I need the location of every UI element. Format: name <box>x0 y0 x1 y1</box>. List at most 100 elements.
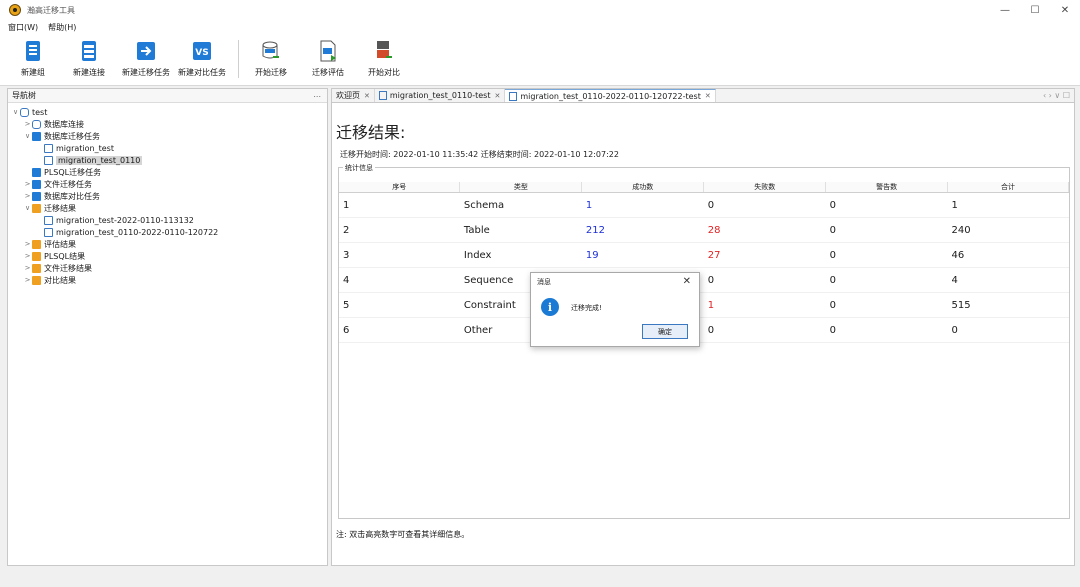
cell-fail[interactable]: 1 <box>703 292 826 318</box>
tree-item-label: 对比结果 <box>44 275 76 285</box>
menu-window[interactable]: 窗口(W) <box>8 22 38 33</box>
cell-success[interactable]: 19 <box>581 242 704 268</box>
chevron-right-icon[interactable]: > <box>23 120 32 128</box>
chevron-down-icon[interactable]: ∨ <box>23 204 32 212</box>
menu-help[interactable]: 帮助(H) <box>48 22 76 33</box>
cell-type: Index <box>459 242 582 268</box>
tab-nav-controls[interactable]: ‹ › ∨ ☐ <box>1043 91 1070 100</box>
new-compare-task-button[interactable]: VS 新建对比任务 <box>172 40 232 78</box>
tree-item-label: migration_test-2022-0110-113132 <box>56 215 194 225</box>
toolbar-separator <box>238 40 239 78</box>
table-row[interactable]: 4 Sequence 0 0 4 <box>339 267 1069 293</box>
table-row[interactable]: 2 Table 212 28 0 240 <box>339 217 1069 243</box>
nav-minimize-button[interactable]: ... <box>313 90 321 99</box>
minimize-icon[interactable]: — <box>990 0 1020 20</box>
nav-title: 导航树 <box>12 91 36 100</box>
chevron-right-icon[interactable]: > <box>23 180 32 188</box>
cell-total: 0 <box>947 317 1069 343</box>
tree-item-label: migration_test_0110 <box>56 155 143 165</box>
col-fail-header[interactable]: 失败数 <box>703 182 827 193</box>
cell-fail[interactable]: 28 <box>703 217 826 243</box>
cell-fail[interactable]: 27 <box>703 242 826 268</box>
tree-item-label: 迁移结果 <box>44 203 76 213</box>
cell-total: 1 <box>947 192 1069 218</box>
chevron-right-icon[interactable]: > <box>23 264 32 272</box>
col-warn-header[interactable]: 警告数 <box>825 182 949 193</box>
close-icon[interactable]: ✕ <box>705 92 711 100</box>
tree-item[interactable]: > 评估结果 <box>8 238 327 250</box>
col-type-header[interactable]: 类型 <box>459 182 583 193</box>
new-compare-task-icon: VS <box>192 40 212 62</box>
tab-label: 欢迎页 <box>336 91 360 100</box>
new-migration-task-button[interactable]: 新建迁移任务 <box>116 40 176 78</box>
tab-migration-result[interactable]: migration_test_0110-2022-0110-120722-tes… <box>505 89 716 102</box>
tree-item[interactable]: migration_test_0110-2022-0110-120722 <box>8 226 327 238</box>
table-row[interactable]: 3 Index 19 27 0 46 <box>339 242 1069 268</box>
tree-item[interactable]: > PLSQL结果 <box>8 250 327 262</box>
menu-bar: 窗口(W) 帮助(H) <box>0 20 1080 34</box>
cell-success[interactable]: 1 <box>581 192 704 218</box>
close-icon[interactable]: ✕ <box>1050 0 1080 20</box>
tab-migration-task[interactable]: migration_test_0110-test ✕ <box>375 89 506 102</box>
new-connection-button[interactable]: 新建连接 <box>59 40 119 78</box>
document-icon <box>44 227 53 237</box>
tree-item[interactable]: > 数据库对比任务 <box>8 190 327 202</box>
tree-item[interactable]: ∨ 数据库迁移任务 <box>8 130 327 142</box>
migration-eval-button[interactable]: 迁移评估 <box>298 40 358 78</box>
cell-warn: 0 <box>825 242 948 268</box>
tree-item[interactable]: > 文件迁移结果 <box>8 262 327 274</box>
tab-bar: 欢迎页 ✕ migration_test_0110-test ✕ migrati… <box>332 89 1074 103</box>
cell-no: 6 <box>339 317 460 343</box>
tree-item[interactable]: ∨ 迁移结果 <box>8 202 327 214</box>
close-icon[interactable]: ✕ <box>494 92 500 100</box>
col-success-header[interactable]: 成功数 <box>581 182 705 193</box>
col-total-header[interactable]: 合计 <box>947 182 1069 193</box>
window-controls: — ☐ ✕ <box>990 0 1080 20</box>
nav-tree: ∨ test > 数据库连接 ∨ 数据库迁移任务 migration_test migrati… <box>8 103 327 286</box>
tree-item-label: 数据库对比任务 <box>44 191 100 201</box>
tree-item[interactable]: migration_test-2022-0110-113132 <box>8 214 327 226</box>
tab-welcome[interactable]: 欢迎页 ✕ <box>332 89 375 102</box>
close-icon[interactable]: ✕ <box>683 276 691 287</box>
tree-item[interactable]: migration_test_0110 <box>8 154 327 166</box>
table-row[interactable]: 6 Other 0 0 0 <box>339 317 1069 343</box>
tree-item[interactable]: PLSQL迁移任务 <box>8 166 327 178</box>
maximize-icon[interactable]: ☐ <box>1020 0 1050 20</box>
folder-icon <box>32 203 41 213</box>
database-icon <box>32 119 41 129</box>
database-icon <box>32 191 41 201</box>
tree-item[interactable]: > 数据库连接 <box>8 118 327 130</box>
new-connection-label: 新建连接 <box>73 68 105 77</box>
start-compare-button[interactable]: 开始对比 <box>354 40 414 78</box>
folder-icon <box>32 251 41 261</box>
chevron-right-icon[interactable]: > <box>23 192 32 200</box>
cell-success[interactable]: 212 <box>581 217 704 243</box>
chevron-right-icon[interactable]: > <box>23 276 32 284</box>
tree-item[interactable]: migration_test <box>8 142 327 154</box>
stats-table: 序号 类型 成功数 失败数 警告数 合计 1 Schema 1 0 0 1 2 Table 21… <box>339 182 1069 343</box>
folder-icon <box>32 239 41 249</box>
table-row[interactable]: 5 Constraint 1 0 515 <box>339 292 1069 318</box>
start-migration-button[interactable]: 开始迁移 <box>241 40 301 78</box>
chevron-down-icon[interactable]: ∨ <box>23 132 32 140</box>
ok-button[interactable]: 确定 <box>642 324 688 339</box>
table-row[interactable]: 1 Schema 1 0 0 1 <box>339 192 1069 218</box>
col-no-header[interactable]: 序号 <box>339 182 461 193</box>
status-bar <box>0 568 1080 587</box>
new-group-label: 新建组 <box>21 68 45 77</box>
tree-item-label: migration_test_0110-2022-0110-120722 <box>56 227 219 237</box>
new-migration-task-icon <box>136 40 156 62</box>
tree-item[interactable]: > 文件迁移任务 <box>8 178 327 190</box>
tree-item[interactable]: ∨ test <box>8 106 327 118</box>
folder-icon <box>32 275 41 285</box>
new-group-button[interactable]: 新建组 <box>3 40 63 78</box>
cell-total: 46 <box>947 242 1069 268</box>
tree-item-label: 数据库迁移任务 <box>44 131 100 141</box>
tree-item[interactable]: > 对比结果 <box>8 274 327 286</box>
chevron-right-icon[interactable]: > <box>23 240 32 248</box>
chevron-right-icon[interactable]: > <box>23 252 32 260</box>
cell-warn: 0 <box>825 192 948 218</box>
message-dialog: 消息 ✕ i 迁移完成! 确定 <box>530 272 700 347</box>
chevron-down-icon[interactable]: ∨ <box>11 108 20 116</box>
close-icon[interactable]: ✕ <box>364 92 370 100</box>
